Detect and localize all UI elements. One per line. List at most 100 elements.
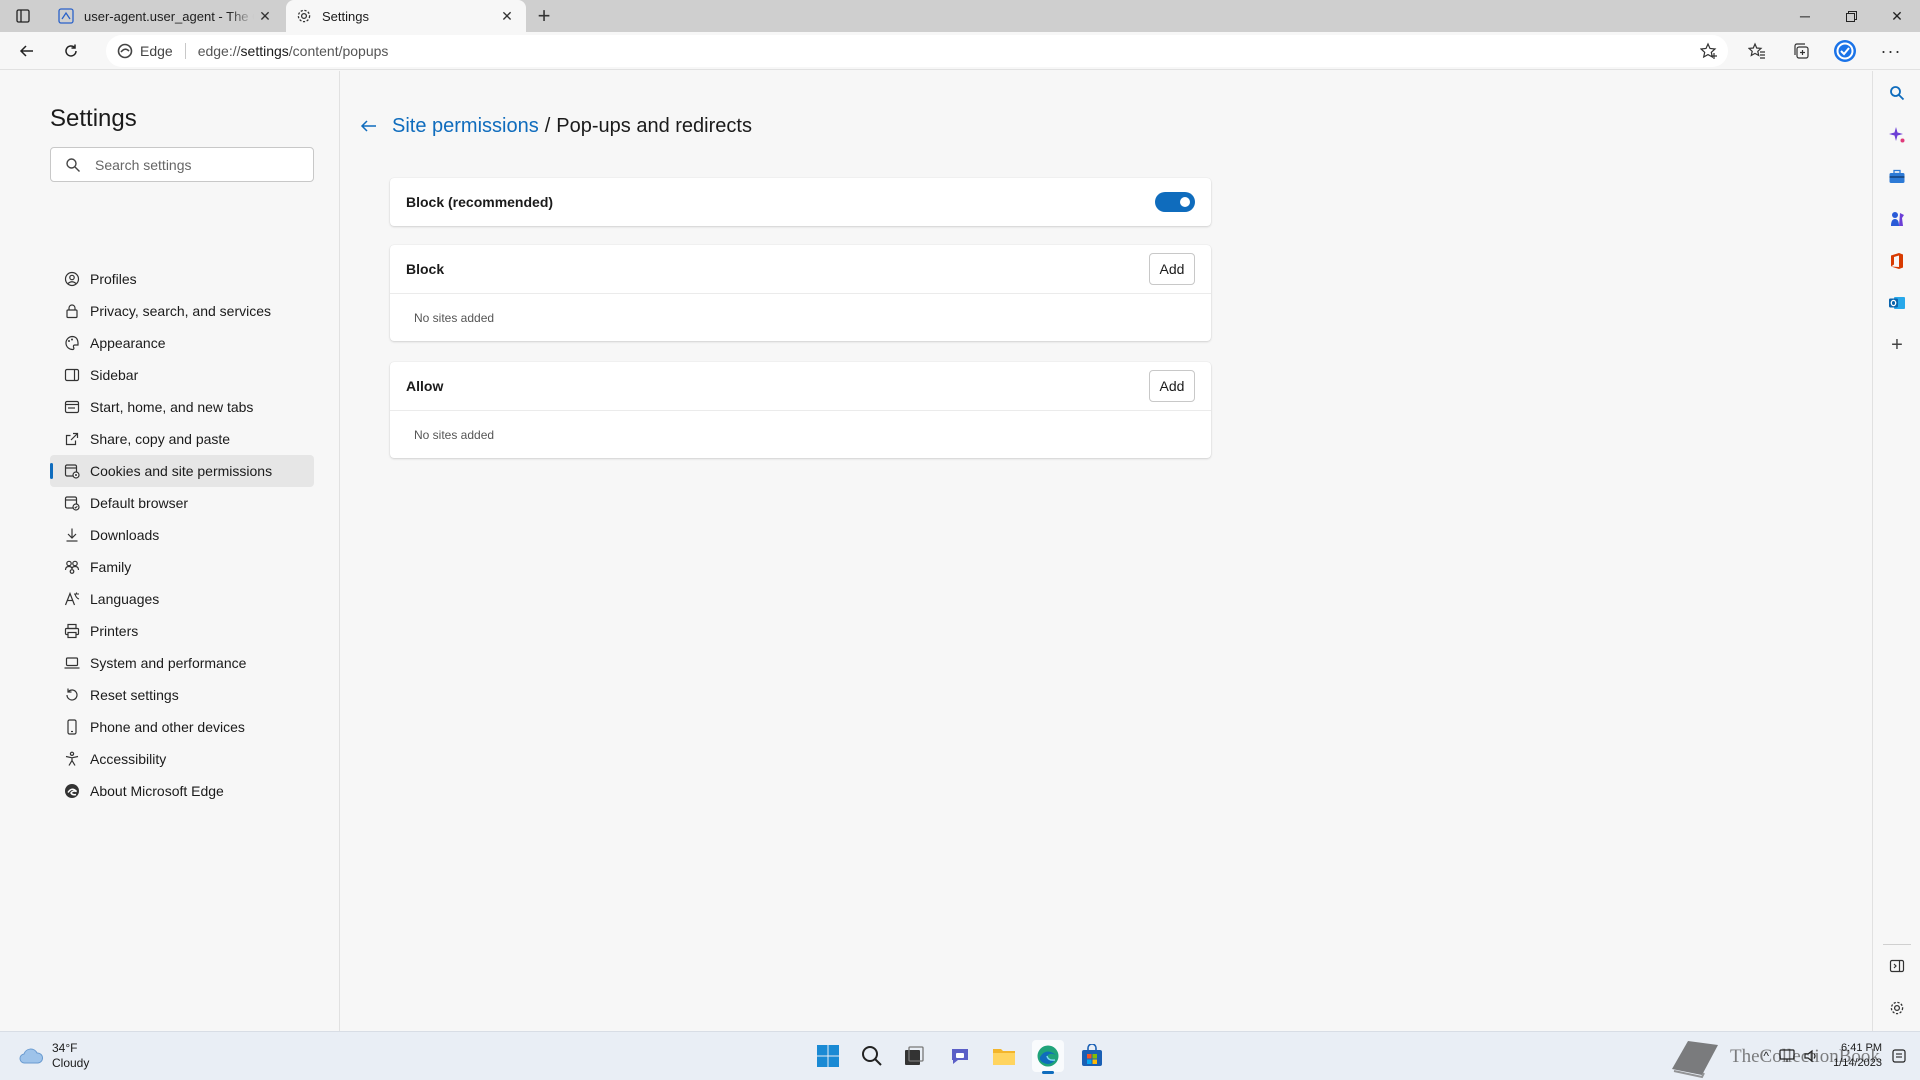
add-sidebar-app-icon[interactable]: + bbox=[1887, 334, 1907, 356]
weather-temperature: 34°F bbox=[52, 1041, 78, 1055]
phone-icon bbox=[63, 718, 81, 736]
new-tab-button[interactable]: + bbox=[532, 3, 556, 28]
taskbar-search-icon[interactable] bbox=[856, 1040, 888, 1072]
nav-item-about[interactable]: About Microsoft Edge bbox=[50, 775, 314, 807]
nav-item-share-copy[interactable]: Share, copy and paste bbox=[50, 423, 314, 455]
nav-item-profiles[interactable]: Profiles bbox=[50, 263, 314, 295]
search-icon bbox=[66, 157, 80, 172]
nav-item-label: Languages bbox=[90, 591, 160, 607]
clock[interactable]: 6:41 PM 1/14/2023 bbox=[1833, 1041, 1882, 1071]
display-icon[interactable] bbox=[1779, 1048, 1795, 1064]
nav-item-reset[interactable]: Reset settings bbox=[50, 679, 314, 711]
allow-list-header: Allow Add bbox=[390, 362, 1211, 410]
nav-item-label: Appearance bbox=[90, 335, 166, 351]
file-explorer-icon[interactable] bbox=[988, 1040, 1020, 1072]
edge-icon bbox=[63, 782, 81, 800]
nav-item-label: Sidebar bbox=[90, 367, 139, 383]
nav-item-label: Default browser bbox=[90, 495, 189, 511]
page-favicon-icon bbox=[58, 8, 74, 24]
outlook-icon[interactable] bbox=[1887, 293, 1907, 313]
edge-sidebar-divider bbox=[1883, 944, 1911, 945]
edge-taskbar-icon[interactable] bbox=[1032, 1040, 1064, 1074]
more-options-icon[interactable]: ··· bbox=[1876, 36, 1906, 66]
collections-button[interactable] bbox=[1786, 36, 1816, 66]
book-icon bbox=[1672, 1041, 1718, 1079]
nav-item-phone[interactable]: Phone and other devices bbox=[50, 711, 314, 743]
tab-title: user-agent.user_agent - The Coll bbox=[84, 8, 254, 24]
site-identity-label[interactable]: Edge bbox=[140, 43, 173, 59]
nav-item-printers[interactable]: Printers bbox=[50, 615, 314, 647]
tools-briefcase-icon[interactable] bbox=[1887, 167, 1907, 187]
nav-item-accessibility[interactable]: Accessibility bbox=[50, 743, 314, 775]
office-icon[interactable] bbox=[1887, 251, 1907, 271]
allow-add-button[interactable]: Add bbox=[1149, 370, 1195, 402]
page-title: Pop-ups and redirects bbox=[556, 114, 752, 137]
restore-button[interactable] bbox=[1828, 0, 1874, 32]
games-chess-icon[interactable] bbox=[1887, 209, 1907, 229]
accessibility-icon bbox=[63, 750, 81, 768]
nav-item-family[interactable]: Family bbox=[50, 551, 314, 583]
breadcrumb: Site permissions / Pop-ups and redirects bbox=[358, 111, 752, 141]
tab-actions-icon[interactable] bbox=[14, 7, 32, 25]
windows-taskbar: 34°F Cloudy TheCollectionBook ^ 6:41 PM … bbox=[0, 1031, 1920, 1080]
notifications-icon[interactable] bbox=[1892, 1049, 1906, 1063]
add-favorite-icon[interactable] bbox=[1699, 42, 1718, 60]
address-separator bbox=[184, 43, 186, 59]
nav-item-sidebar[interactable]: Sidebar bbox=[50, 359, 314, 391]
tab-strip: user-agent.user_agent - The Coll ✕ Setti… bbox=[0, 0, 1920, 32]
teams-chat-icon[interactable] bbox=[944, 1040, 976, 1072]
search-input[interactable] bbox=[95, 156, 295, 173]
close-window-button[interactable]: ✕ bbox=[1874, 0, 1920, 32]
tab-settings[interactable]: Settings ✕ bbox=[286, 0, 526, 32]
hide-sidebar-icon[interactable] bbox=[1887, 956, 1907, 976]
clock-date: 1/14/2023 bbox=[1833, 1057, 1882, 1069]
back-button[interactable] bbox=[12, 36, 42, 66]
weather-description: Cloudy bbox=[52, 1056, 90, 1070]
home-tabs-icon bbox=[63, 398, 81, 416]
block-recommended-card: Block (recommended) bbox=[390, 178, 1211, 226]
nav-item-label: Accessibility bbox=[90, 751, 167, 767]
block-add-button[interactable]: Add bbox=[1149, 253, 1195, 285]
weather-widget[interactable]: 34°F Cloudy bbox=[18, 1041, 89, 1071]
profile-avatar[interactable] bbox=[1830, 36, 1860, 66]
reset-icon bbox=[63, 686, 81, 704]
sidebar-settings-gear-icon[interactable] bbox=[1887, 998, 1907, 1018]
block-list-header: Block Add bbox=[390, 245, 1211, 293]
printer-icon bbox=[63, 622, 81, 640]
block-recommended-toggle[interactable] bbox=[1155, 192, 1195, 212]
start-button[interactable] bbox=[812, 1040, 844, 1072]
block-empty-text: No sites added bbox=[390, 293, 1211, 341]
discover-sparkle-icon[interactable] bbox=[1887, 125, 1907, 145]
share-icon bbox=[63, 430, 81, 448]
nav-item-cookies[interactable]: Cookies and site permissions bbox=[50, 455, 314, 487]
chevron-up-icon[interactable]: ^ bbox=[1763, 1049, 1769, 1063]
volume-icon[interactable] bbox=[1803, 1048, 1819, 1064]
task-view-icon[interactable] bbox=[898, 1040, 930, 1072]
palette-icon bbox=[63, 334, 81, 352]
refresh-button[interactable] bbox=[56, 36, 86, 66]
breadcrumb-site-permissions-link[interactable]: Site permissions bbox=[392, 115, 539, 138]
download-icon bbox=[63, 526, 81, 544]
close-tab-icon[interactable]: ✕ bbox=[496, 5, 518, 27]
url-text[interactable]: edge://settings/content/popups bbox=[198, 43, 389, 59]
nav-item-privacy[interactable]: Privacy, search, and services bbox=[50, 295, 314, 327]
settings-content: Site permissions / Pop-ups and redirects… bbox=[341, 71, 1872, 1031]
nav-item-start-home[interactable]: Start, home, and new tabs bbox=[50, 391, 314, 423]
tab-user-agent[interactable]: user-agent.user_agent - The Coll ✕ bbox=[48, 0, 284, 32]
address-bar[interactable]: Edge edge://settings/content/popups bbox=[106, 35, 1728, 67]
browser-icon bbox=[63, 494, 81, 512]
store-icon[interactable] bbox=[1076, 1040, 1108, 1072]
nav-item-languages[interactable]: Languages bbox=[50, 583, 314, 615]
nav-item-appearance[interactable]: Appearance bbox=[50, 327, 314, 359]
nav-item-downloads[interactable]: Downloads bbox=[50, 519, 314, 551]
search-settings-box[interactable] bbox=[50, 147, 314, 182]
nav-item-label: Family bbox=[90, 559, 132, 575]
back-arrow-icon[interactable] bbox=[358, 115, 380, 137]
minimize-button[interactable]: ─ bbox=[1782, 0, 1828, 32]
favorites-button[interactable] bbox=[1742, 36, 1772, 66]
close-tab-icon[interactable]: ✕ bbox=[254, 5, 276, 27]
nav-item-default-browser[interactable]: Default browser bbox=[50, 487, 314, 519]
tab-title: Settings bbox=[322, 8, 369, 24]
nav-item-system[interactable]: System and performance bbox=[50, 647, 314, 679]
search-icon[interactable] bbox=[1887, 83, 1907, 103]
